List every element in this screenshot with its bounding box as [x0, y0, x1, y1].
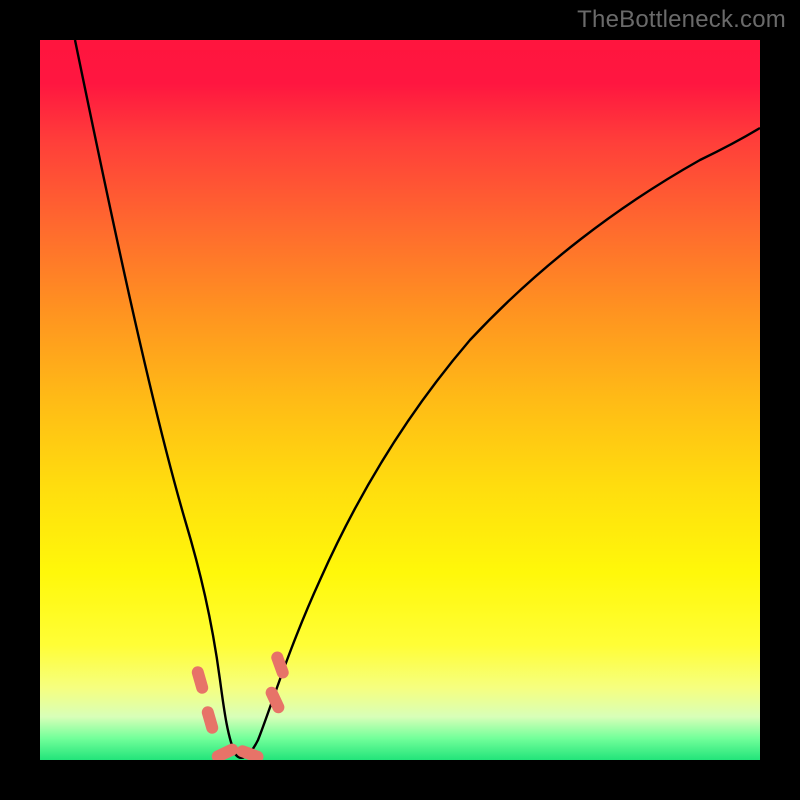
curve-marker [200, 705, 219, 735]
chart-frame: TheBottleneck.com [0, 0, 800, 800]
marker-group [190, 650, 290, 760]
curve-svg [40, 40, 760, 760]
curve-marker [190, 665, 209, 695]
watermark-text: TheBottleneck.com [577, 6, 786, 34]
main-curve [75, 40, 760, 758]
plot-area [40, 40, 760, 760]
curve-marker [270, 650, 291, 680]
curve-marker [264, 685, 287, 715]
curve-marker [210, 742, 240, 760]
